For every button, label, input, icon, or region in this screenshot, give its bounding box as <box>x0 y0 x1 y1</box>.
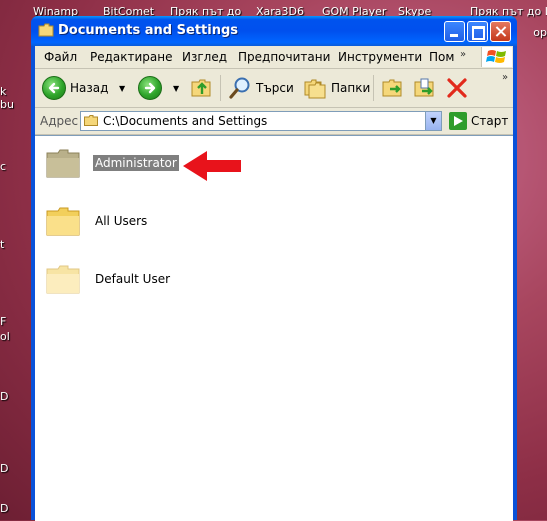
back-dropdown-arrow-icon[interactable]: ▼ <box>119 84 125 93</box>
folder-icon <box>38 23 54 37</box>
maximize-button[interactable] <box>467 21 488 42</box>
standard-toolbar: Назад ▼ ▼ Търси Папки » <box>35 69 513 108</box>
forward-button[interactable] <box>138 76 162 100</box>
go-button[interactable]: Старт <box>449 112 508 130</box>
up-folder-icon <box>191 79 211 97</box>
search-label: Търси <box>256 81 294 95</box>
address-label: Адрес <box>40 114 79 128</box>
menu-bar: Файл Редактиране Изглед Предпочитани Инс… <box>35 46 513 69</box>
address-input[interactable]: C:\Documents and Settings ▼ <box>80 111 442 131</box>
search-icon <box>229 77 250 99</box>
desktop-left-label[interactable]: c <box>0 160 6 173</box>
explorer-window: Documents and Settings Файл Редактиране … <box>31 16 517 521</box>
window-title: Documents and Settings <box>58 23 239 38</box>
up-folder-button[interactable] <box>190 75 214 99</box>
folder-default-user[interactable]: Default User <box>45 263 172 295</box>
minimize-button[interactable] <box>444 21 465 42</box>
back-arrow-icon <box>42 76 66 100</box>
delete-x-icon <box>447 78 467 98</box>
desktop-icon-row: Winamp BitComet Пряк път до Xara3D6 GOM … <box>0 0 547 18</box>
address-bar: Адрес C:\Documents and Settings ▼ Старт <box>35 108 513 135</box>
desktop-left-label[interactable]: D <box>0 462 8 475</box>
folder-icon <box>46 207 80 236</box>
file-list[interactable]: Administrator All Users Default User <box>35 135 513 521</box>
folder-administrator[interactable]: Administrator <box>45 147 179 179</box>
menu-help[interactable]: Пом <box>429 50 454 64</box>
toolbar-separator <box>373 75 374 101</box>
forward-dropdown-arrow-icon[interactable]: ▼ <box>173 84 179 93</box>
desktop-left-label[interactable]: ol <box>0 330 10 343</box>
desktop-left-label[interactable]: k <box>0 85 6 98</box>
menu-tools[interactable]: Инструменти <box>338 50 422 64</box>
folders-label: Папки <box>331 81 371 95</box>
close-button[interactable] <box>490 21 511 42</box>
folder-icon <box>46 265 80 294</box>
go-arrow-icon <box>449 112 467 130</box>
folders-button[interactable]: Папки <box>303 76 370 100</box>
toolbar-separator <box>220 75 221 101</box>
forward-arrow-icon <box>138 76 162 100</box>
folder-name: All Users <box>95 214 148 228</box>
search-button[interactable]: Търси <box>228 76 294 100</box>
move-to-button[interactable] <box>381 76 405 100</box>
desktop-left-label[interactable]: t <box>0 238 4 251</box>
go-label: Старт <box>471 114 509 128</box>
desktop-left-label[interactable]: D <box>0 390 8 403</box>
desktop-left-label[interactable]: F <box>0 315 6 328</box>
windows-logo-icon <box>481 47 512 67</box>
desktop-right-label[interactable]: ор <box>533 26 547 39</box>
menu-favorites[interactable]: Предпочитани <box>238 50 330 64</box>
folder-all-users[interactable]: All Users <box>45 205 149 237</box>
copy-to-button[interactable] <box>413 76 437 100</box>
red-arrow-pointer-icon <box>183 151 241 181</box>
menu-overflow-chevron-icon[interactable]: » <box>460 49 466 60</box>
back-button[interactable]: Назад <box>42 76 108 100</box>
delete-button[interactable] <box>445 76 469 100</box>
toolbar-overflow-chevron-icon[interactable]: » <box>502 72 508 83</box>
folders-icon <box>304 79 326 99</box>
address-value: C:\Documents and Settings <box>103 114 268 128</box>
folder-name: Default User <box>95 272 171 286</box>
title-bar[interactable]: Documents and Settings <box>31 16 517 46</box>
menu-view[interactable]: Изглед <box>182 50 227 64</box>
folder-name: Administrator <box>93 155 179 171</box>
copy-to-folder-icon <box>414 78 434 97</box>
menu-edit[interactable]: Редактиране <box>90 50 173 64</box>
menu-file[interactable]: Файл <box>44 50 77 64</box>
window-body: Файл Редактиране Изглед Предпочитани Инс… <box>35 46 513 521</box>
move-to-folder-icon <box>382 79 402 97</box>
desktop-left-label[interactable]: bu <box>0 98 14 111</box>
desktop-left-label[interactable]: D <box>0 502 8 515</box>
back-label: Назад <box>70 81 109 95</box>
address-dropdown-arrow-icon[interactable]: ▼ <box>425 112 441 130</box>
address-folder-icon <box>84 115 98 126</box>
folder-icon <box>46 149 80 178</box>
